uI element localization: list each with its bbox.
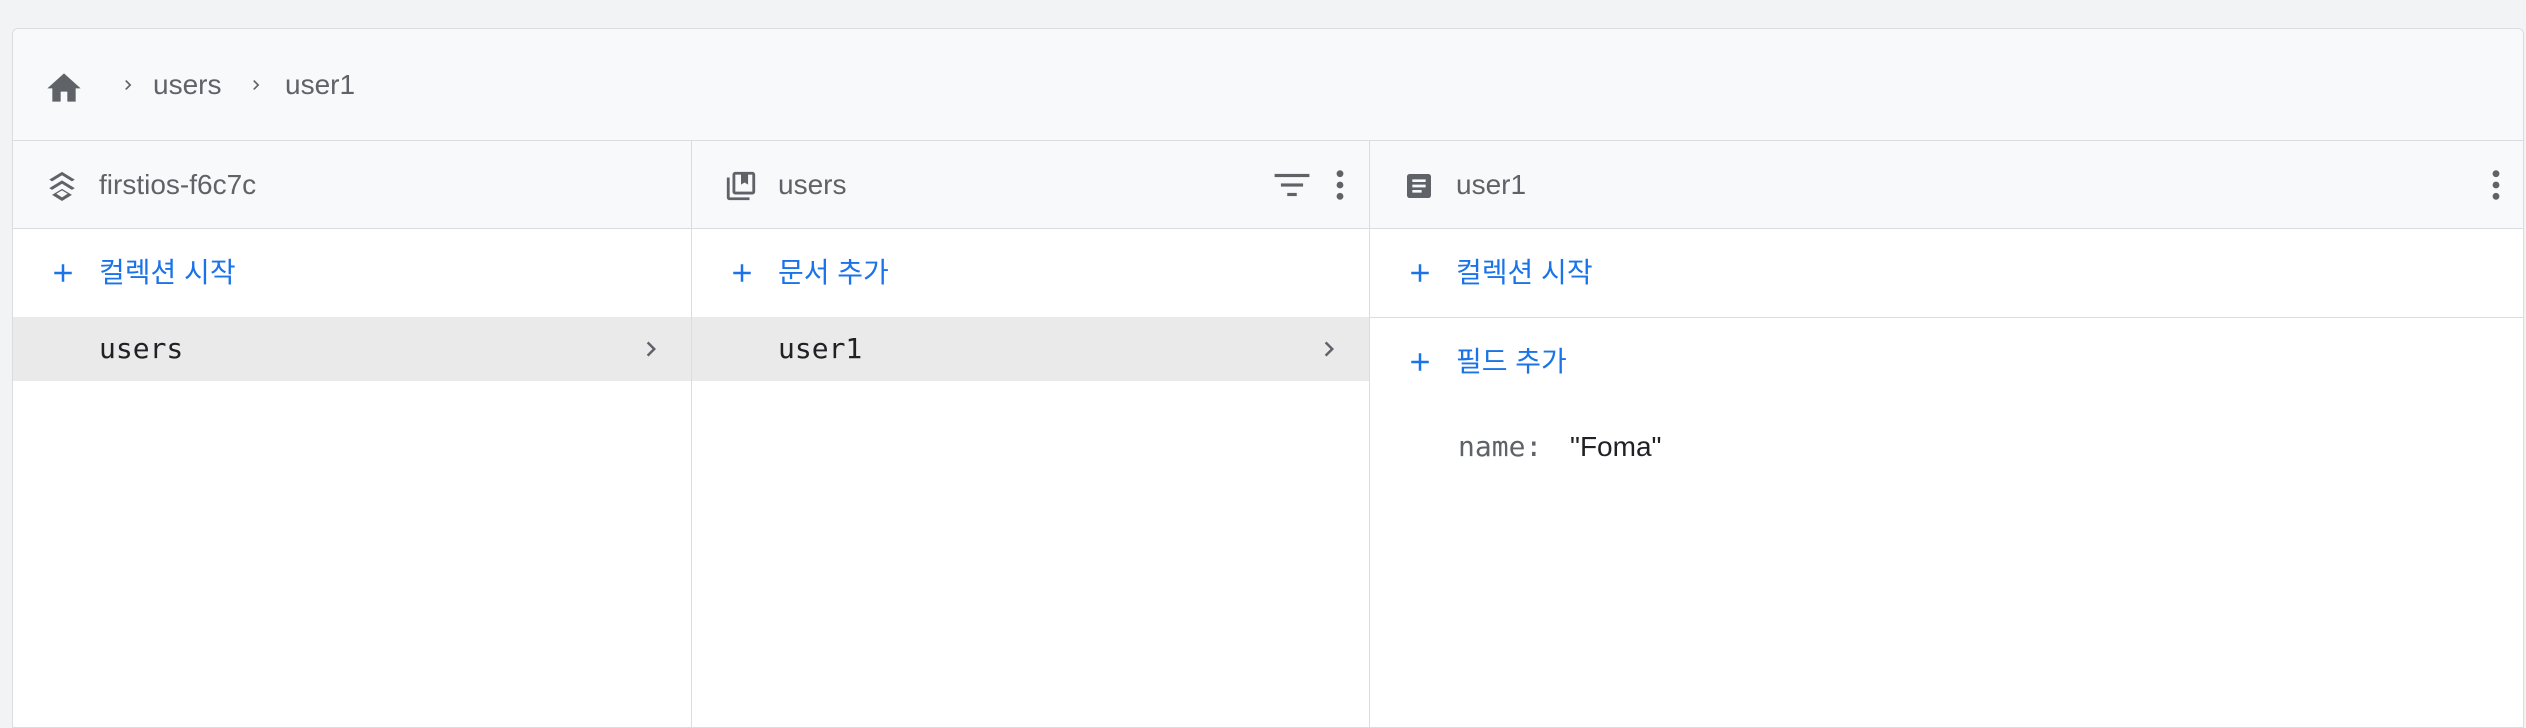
chevron-right-icon <box>241 69 271 101</box>
document-column-title: user1 <box>1456 169 1527 200</box>
add-field-label: 필드 추가 <box>1456 346 1567 377</box>
breadcrumb: users user1 <box>13 29 2523 141</box>
document-column-header: user1 <box>1370 141 2523 229</box>
field-value: "Foma" <box>1570 431 1662 462</box>
firestore-icon <box>43 167 81 205</box>
add-field-button[interactable]: 필드 추가 <box>1370 318 2523 406</box>
root-column-header: firstios-f6c7c <box>13 141 691 229</box>
plus-icon <box>722 253 762 293</box>
firestore-data-panel: users user1 firstios-f6c7c 컬렉션 시작 users … <box>12 28 2524 728</box>
root-column-title: firstios-f6c7c <box>99 169 257 200</box>
more-vert-icon[interactable] <box>2474 163 2518 207</box>
field-key: name: <box>1458 430 1543 463</box>
document-icon <box>1400 167 1438 205</box>
home-icon[interactable] <box>43 65 85 105</box>
filter-icon[interactable] <box>1270 163 1314 207</box>
breadcrumb-item-user1[interactable]: user1 <box>285 63 355 107</box>
collection-column-header: users <box>692 141 1369 229</box>
start-subcollection-label: 컬렉션 시작 <box>1456 257 1593 288</box>
add-document-label: 문서 추가 <box>778 257 889 288</box>
list-item[interactable]: user1 <box>692 317 1369 381</box>
start-collection-button[interactable]: 컬렉션 시작 <box>13 229 691 317</box>
collection-icon <box>722 167 760 205</box>
chevron-right-icon <box>113 69 143 101</box>
plus-icon <box>1400 253 1440 293</box>
breadcrumb-item-users[interactable]: users <box>153 63 221 107</box>
chevron-right-icon <box>635 333 667 365</box>
start-subcollection-button[interactable]: 컬렉션 시작 <box>1370 229 2523 317</box>
chevron-right-icon <box>1313 333 1345 365</box>
more-vert-icon[interactable] <box>1318 163 1362 207</box>
add-document-button[interactable]: 문서 추가 <box>692 229 1369 317</box>
root-column: firstios-f6c7c 컬렉션 시작 users <box>13 141 691 727</box>
list-item[interactable]: users <box>13 317 691 381</box>
plus-icon <box>43 253 83 293</box>
plus-icon <box>1400 342 1440 382</box>
collection-column-title: users <box>778 169 847 200</box>
collection-item-label: users <box>99 332 184 365</box>
collection-column: users 문서 추가 user1 <box>691 141 1369 727</box>
start-collection-label: 컬렉션 시작 <box>99 257 236 288</box>
field-row[interactable]: name: "Foma" <box>1370 423 2523 471</box>
document-column: user1 컬렉션 시작 필드 추가 name: "Foma" <box>1369 141 2523 727</box>
document-item-label: user1 <box>778 332 863 365</box>
